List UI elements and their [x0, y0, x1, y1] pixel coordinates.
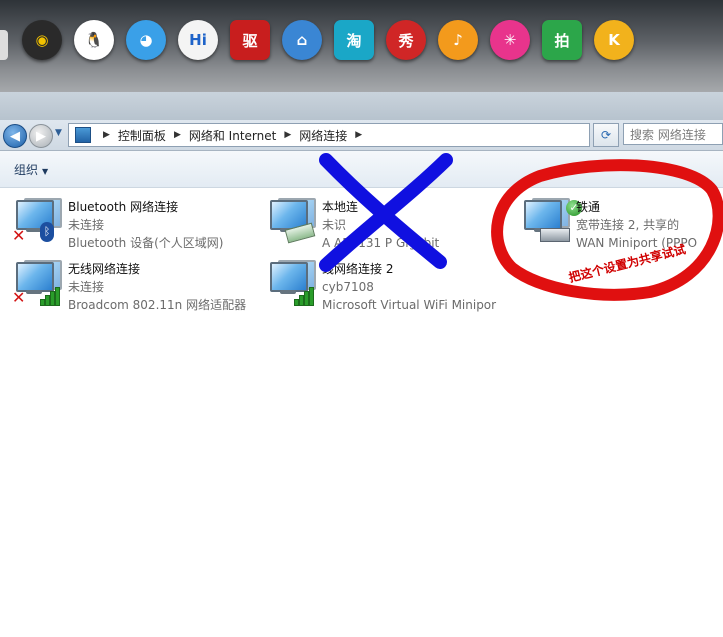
connection-name: 铁通	[576, 200, 601, 214]
signal-bars-icon	[40, 287, 62, 306]
back-button[interactable]: ◀	[3, 124, 27, 148]
chat-bubble-icon[interactable]: ◕	[126, 20, 166, 60]
organize-button[interactable]: 组织 ▼	[14, 161, 48, 178]
chevron-right-icon[interactable]: ▶	[174, 130, 181, 140]
connection-name: 本地连	[322, 200, 359, 214]
connection-name: 线网络连接 2	[322, 262, 394, 276]
modem-icon	[540, 228, 570, 242]
xiu-app-icon[interactable]: 秀	[386, 20, 426, 60]
chevron-right-icon[interactable]: ▶	[355, 130, 362, 140]
connection-status: 宽带连接 2, 共享的	[576, 218, 680, 232]
recent-pages-dropdown-icon[interactable]: ▼	[55, 128, 62, 138]
app-dock: ◉ 🐧 ◕ Hi 驱 ⌂ 淘秀 ♪ ✳ 拍 K	[0, 0, 723, 92]
window-frame-top	[0, 92, 723, 120]
address-bar[interactable]: ▶ 控制面板 ▶ 网络和 Internet ▶ 网络连接 ▶	[68, 123, 590, 147]
network-adapter-icon: ✕ ᛒ	[12, 198, 62, 245]
taobao-icon[interactable]: 淘	[334, 20, 374, 60]
connection-status: 未连接	[68, 218, 105, 232]
paipai-icon[interactable]: 拍	[542, 20, 582, 60]
wireless-adapter-icon: ✕	[12, 260, 62, 307]
breadcrumb-control-panel[interactable]: 控制面板	[118, 127, 166, 144]
broadband-adapter-icon: ✓	[522, 198, 582, 244]
breadcrumb-network-internet[interactable]: 网络和 Internet	[189, 127, 276, 144]
k-app-icon[interactable]: K	[594, 20, 634, 60]
search-placeholder: 搜索 网络连接	[630, 127, 706, 142]
command-bar: 组织 ▼	[0, 151, 723, 188]
connection-name: Bluetooth 网络连接	[68, 200, 179, 214]
connection-device: A AR8131 P Gigabit	[322, 236, 440, 250]
chevron-down-icon: ▼	[42, 167, 49, 176]
webcam-app-icon[interactable]: ◉	[22, 20, 62, 60]
driver-app-icon[interactable]: 驱	[230, 20, 270, 60]
signal-bars-icon	[294, 287, 316, 306]
address-row: ◀ ▶ ▼ ▶ 控制面板 ▶ 网络和 Internet ▶ 网络连接 ▶ ⟳ 搜…	[0, 120, 723, 151]
music-app-icon[interactable]: ♪	[438, 20, 478, 60]
connection-name: 无线网络连接	[68, 262, 141, 276]
refresh-button[interactable]: ⟳	[593, 123, 619, 147]
connection-device: WAN Miniport (PPPO	[576, 236, 698, 250]
connection-status: cyb7108	[322, 280, 374, 294]
disconnected-x-icon: ✕	[12, 288, 26, 307]
wireless-adapter-icon	[268, 260, 316, 306]
chevron-right-icon[interactable]: ▶	[284, 130, 291, 140]
star-app-icon[interactable]: ✳	[490, 20, 530, 60]
connection-device: Microsoft Virtual WiFi Minipor	[322, 298, 497, 312]
qq-penguin-icon[interactable]: 🐧	[74, 20, 114, 60]
hi-messenger-icon[interactable]: Hi	[178, 20, 218, 60]
connection-status: 未连接	[68, 280, 105, 294]
breadcrumb-network-connections[interactable]: 网络连接	[299, 127, 347, 144]
disconnected-x-icon: ✕	[12, 226, 26, 245]
organize-label: 组织	[14, 163, 39, 177]
connection-status: 未识	[322, 218, 347, 232]
dock-edge-tab	[0, 30, 8, 60]
network-adapter-icon	[268, 198, 316, 244]
forward-button[interactable]: ▶	[29, 124, 53, 148]
chevron-right-icon[interactable]: ▶	[103, 130, 110, 140]
search-input[interactable]: 搜索 网络连接	[623, 123, 723, 145]
bluetooth-icon: ᛒ	[40, 222, 54, 242]
connection-device: Broadcom 802.11n 网络适配器	[68, 298, 247, 312]
home-app-icon[interactable]: ⌂	[282, 20, 322, 60]
control-panel-icon	[75, 127, 91, 143]
connection-device: Bluetooth 设备(个人区域网)	[68, 236, 224, 250]
